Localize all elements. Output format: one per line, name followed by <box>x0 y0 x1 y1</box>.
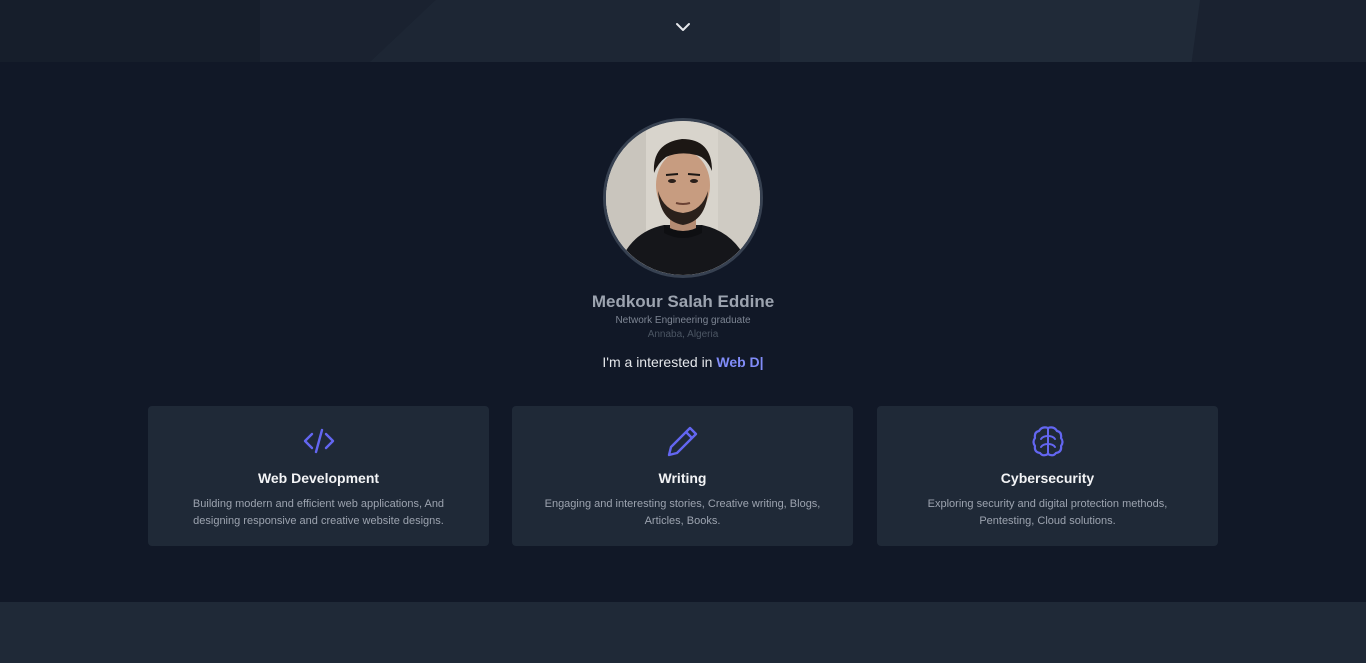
next-section-band <box>0 602 1366 663</box>
skills-cards: Web Development Building modern and effi… <box>148 406 1218 546</box>
chevron-down-icon[interactable] <box>675 20 691 34</box>
profile-section: Medkour Salah Eddine Network Engineering… <box>0 118 1366 370</box>
card-description: Building modern and efficient web applic… <box>192 498 445 527</box>
profile-name: Medkour Salah Eddine <box>591 292 775 311</box>
typed-interest-line: I'm a interested in Web D| <box>0 354 1366 370</box>
card-description: Engaging and interesting stories, Creati… <box>544 498 821 527</box>
typed-value: Web D| <box>716 354 764 370</box>
card-title: Cybersecurity <box>1000 470 1095 486</box>
code-icon <box>303 428 335 454</box>
avatar-portrait-icon <box>606 121 760 275</box>
hero-band <box>0 0 1366 62</box>
profile-location: Annaba, Algeria <box>647 329 719 340</box>
profile-subtitle: Network Engineering graduate <box>615 315 751 326</box>
card-description: Exploring security and digital protectio… <box>927 498 1168 527</box>
portfolio-page: Medkour Salah Eddine Network Engineering… <box>0 0 1366 663</box>
card-cybersecurity: Cybersecurity Exploring security and dig… <box>877 406 1218 546</box>
card-writing: Writing Engaging and interesting stories… <box>512 406 853 546</box>
pencil-icon <box>667 426 698 457</box>
brain-icon <box>1032 426 1064 457</box>
card-web-development: Web Development Building modern and effi… <box>148 406 489 546</box>
typed-prefix: I'm a interested in <box>602 354 717 370</box>
hero-decor-shape <box>0 0 260 62</box>
avatar <box>603 118 763 278</box>
hero-decor-shape <box>780 0 1200 62</box>
card-title: Writing <box>658 470 707 486</box>
card-title: Web Development <box>257 470 380 486</box>
